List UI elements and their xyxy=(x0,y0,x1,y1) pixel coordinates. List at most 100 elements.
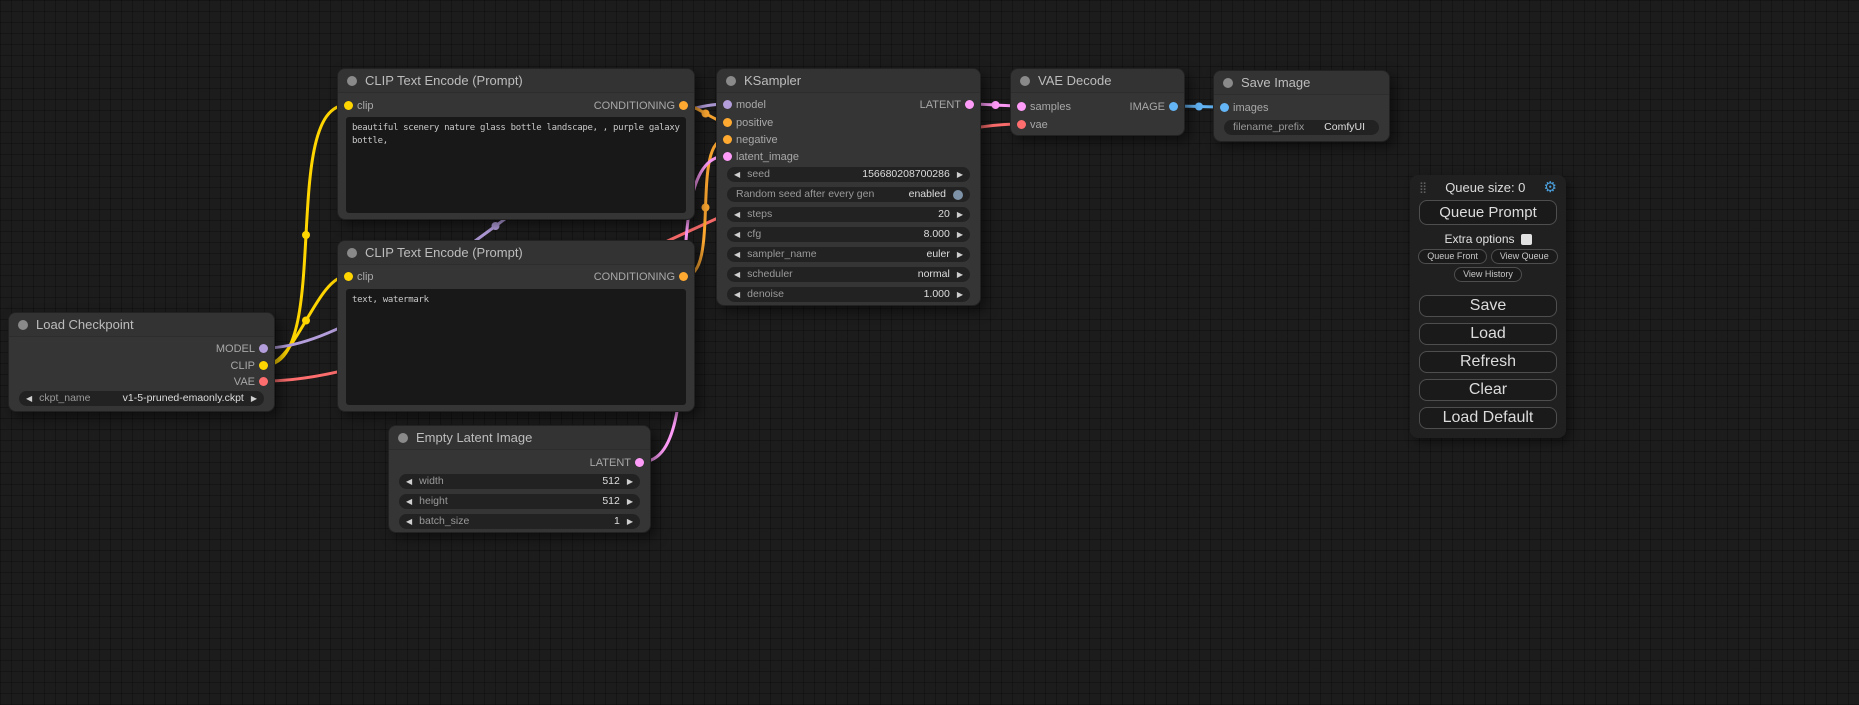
output-label-image: IMAGE xyxy=(1130,100,1165,114)
output-port-clip[interactable] xyxy=(259,361,268,370)
output-port-conditioning[interactable] xyxy=(679,272,688,281)
collapse-dot[interactable] xyxy=(347,248,357,258)
node-titlebar[interactable]: Empty Latent Image xyxy=(389,426,650,450)
widget-ckpt-name[interactable]: ◀ ckpt_name v1-5-pruned-emaonly.ckpt ▶ xyxy=(19,391,264,406)
node-titlebar[interactable]: Load Checkpoint xyxy=(9,313,274,337)
increment-arrow-icon[interactable]: ▶ xyxy=(957,227,963,242)
widget-label: ckpt_name xyxy=(39,391,122,406)
input-port-latent-image[interactable] xyxy=(723,152,732,161)
increment-arrow-icon[interactable]: ▶ xyxy=(627,494,633,509)
input-port-negative[interactable] xyxy=(723,135,732,144)
output-label-clip: CLIP xyxy=(231,359,255,373)
increment-arrow-icon[interactable]: ▶ xyxy=(957,167,963,182)
settings-gear-icon[interactable]: ⚙ xyxy=(1544,180,1557,195)
node-save-image[interactable]: Save Image images filename_prefix ComfyU… xyxy=(1213,70,1390,142)
increment-arrow-icon[interactable]: ▶ xyxy=(957,247,963,262)
collapse-dot[interactable] xyxy=(398,433,408,443)
decrement-arrow-icon[interactable]: ◀ xyxy=(734,247,740,262)
input-label-latent-image: latent_image xyxy=(736,150,799,164)
queue-panel: ⣿ Queue size: 0 ⚙ Queue Prompt Extra opt… xyxy=(1410,175,1566,438)
output-port-vae[interactable] xyxy=(259,377,268,386)
widget-width[interactable]: ◀ width 512 ▶ xyxy=(399,474,640,489)
decrement-arrow-icon[interactable]: ◀ xyxy=(734,267,740,282)
collapse-dot[interactable] xyxy=(726,76,736,86)
decrement-arrow-icon[interactable]: ◀ xyxy=(734,207,740,222)
node-titlebar[interactable]: KSampler xyxy=(717,69,980,93)
save-button[interactable]: Save xyxy=(1419,295,1557,317)
node-title: Empty Latent Image xyxy=(416,430,532,445)
input-port-vae[interactable] xyxy=(1017,120,1026,129)
widget-value: 512 xyxy=(602,494,620,509)
collapse-dot[interactable] xyxy=(1020,76,1030,86)
output-port-latent[interactable] xyxy=(635,458,644,467)
input-port-clip[interactable] xyxy=(344,272,353,281)
increment-arrow-icon[interactable]: ▶ xyxy=(251,391,257,406)
output-port-image[interactable] xyxy=(1169,102,1178,111)
decrement-arrow-icon[interactable]: ◀ xyxy=(734,167,740,182)
widget-label: denoise xyxy=(747,287,923,302)
node-clip-text-encode-negative[interactable]: CLIP Text Encode (Prompt) clip CONDITION… xyxy=(337,240,695,412)
clear-button[interactable]: Clear xyxy=(1419,379,1557,401)
node-titlebar[interactable]: CLIP Text Encode (Prompt) xyxy=(338,69,694,93)
input-label-model: model xyxy=(736,98,766,112)
input-port-model[interactable] xyxy=(723,100,732,109)
widget-value: 512 xyxy=(602,474,620,489)
toggle-indicator[interactable] xyxy=(953,190,963,200)
node-empty-latent-image[interactable]: Empty Latent Image LATENT ◀ width 512 ▶ … xyxy=(388,425,651,533)
node-titlebar[interactable]: VAE Decode xyxy=(1011,69,1184,93)
increment-arrow-icon[interactable]: ▶ xyxy=(627,514,633,529)
load-button[interactable]: Load xyxy=(1419,323,1557,345)
output-label-latent: LATENT xyxy=(920,98,961,112)
widget-label: cfg xyxy=(747,227,923,242)
collapse-dot[interactable] xyxy=(347,76,357,86)
extra-options-checkbox[interactable] xyxy=(1521,234,1532,245)
increment-arrow-icon[interactable]: ▶ xyxy=(957,287,963,302)
collapse-dot[interactable] xyxy=(18,320,28,330)
widget-steps[interactable]: ◀ steps 20 ▶ xyxy=(727,207,970,222)
widget-denoise[interactable]: ◀ denoise 1.000 ▶ xyxy=(727,287,970,302)
node-clip-text-encode-positive[interactable]: CLIP Text Encode (Prompt) clip CONDITION… xyxy=(337,68,695,220)
widget-seed[interactable]: ◀ seed 156680208700286 ▶ xyxy=(727,167,970,182)
node-titlebar[interactable]: CLIP Text Encode (Prompt) xyxy=(338,241,694,265)
load-default-button[interactable]: Load Default xyxy=(1419,407,1557,429)
refresh-button[interactable]: Refresh xyxy=(1419,351,1557,373)
output-port-latent[interactable] xyxy=(965,100,974,109)
widget-height[interactable]: ◀ height 512 ▶ xyxy=(399,494,640,509)
node-title: Load Checkpoint xyxy=(36,317,134,332)
increment-arrow-icon[interactable]: ▶ xyxy=(957,267,963,282)
increment-arrow-icon[interactable]: ▶ xyxy=(957,207,963,222)
queue-prompt-button[interactable]: Queue Prompt xyxy=(1419,200,1557,225)
decrement-arrow-icon[interactable]: ◀ xyxy=(734,227,740,242)
widget-scheduler[interactable]: ◀ scheduler normal ▶ xyxy=(727,267,970,282)
view-history-button[interactable]: View History xyxy=(1454,267,1522,282)
widget-random-seed-toggle[interactable]: Random seed after every gen enabled xyxy=(727,187,970,202)
input-port-clip[interactable] xyxy=(344,101,353,110)
node-ksampler[interactable]: KSampler model positive negative latent_… xyxy=(716,68,981,306)
input-label-clip: clip xyxy=(357,99,374,113)
input-port-positive[interactable] xyxy=(723,118,732,127)
input-port-images[interactable] xyxy=(1220,103,1229,112)
queue-front-button[interactable]: Queue Front xyxy=(1418,249,1487,264)
increment-arrow-icon[interactable]: ▶ xyxy=(627,474,633,489)
history-row: View History xyxy=(1410,267,1566,282)
widget-cfg[interactable]: ◀ cfg 8.000 ▶ xyxy=(727,227,970,242)
node-vae-decode[interactable]: VAE Decode samples vae IMAGE xyxy=(1010,68,1185,136)
prompt-textarea[interactable]: text, watermark xyxy=(346,289,686,405)
widget-batch-size[interactable]: ◀ batch_size 1 ▶ xyxy=(399,514,640,529)
decrement-arrow-icon[interactable]: ◀ xyxy=(406,474,412,489)
drag-handle-icon[interactable]: ⣿ xyxy=(1419,181,1427,194)
widget-filename-prefix[interactable]: filename_prefix ComfyUI xyxy=(1224,120,1379,135)
view-queue-button[interactable]: View Queue xyxy=(1491,249,1558,264)
decrement-arrow-icon[interactable]: ◀ xyxy=(406,494,412,509)
node-load-checkpoint[interactable]: Load Checkpoint MODEL CLIP VAE ◀ ckpt_na… xyxy=(8,312,275,412)
decrement-arrow-icon[interactable]: ◀ xyxy=(734,287,740,302)
node-titlebar[interactable]: Save Image xyxy=(1214,71,1389,95)
decrement-arrow-icon[interactable]: ◀ xyxy=(26,391,32,406)
widget-sampler-name[interactable]: ◀ sampler_name euler ▶ xyxy=(727,247,970,262)
output-port-conditioning[interactable] xyxy=(679,101,688,110)
input-port-samples[interactable] xyxy=(1017,102,1026,111)
collapse-dot[interactable] xyxy=(1223,78,1233,88)
output-port-model[interactable] xyxy=(259,344,268,353)
prompt-textarea[interactable]: beautiful scenery nature glass bottle la… xyxy=(346,117,686,213)
decrement-arrow-icon[interactable]: ◀ xyxy=(406,514,412,529)
